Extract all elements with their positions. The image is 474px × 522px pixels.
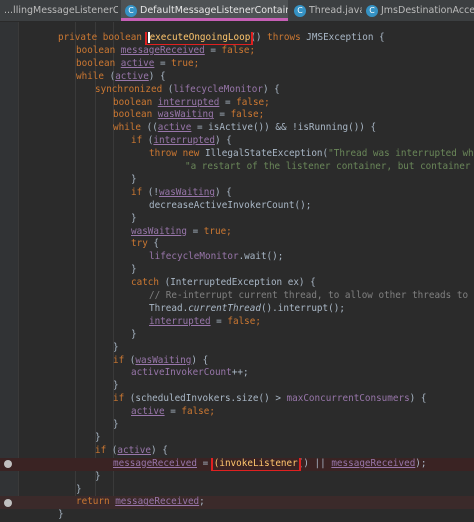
- tab-label: ...llingMessageListenerContainer.java: [4, 5, 118, 16]
- tab-default-listener-container[interactable]: CDefaultMessageListenerContainer.java×: [121, 0, 288, 21]
- code-line[interactable]: // Re-interrupt current thread, to allow…: [0, 290, 474, 303]
- code-line[interactable]: }: [0, 432, 474, 445]
- code-line[interactable]: }: [0, 213, 474, 226]
- code-line[interactable]: if (active) {: [0, 445, 474, 458]
- code-line[interactable]: "a restart of the listener container, bu…: [0, 161, 474, 174]
- tab-label: DefaultMessageListenerContainer.java: [140, 5, 288, 16]
- code-line[interactable]: if (wasWaiting) {: [0, 355, 474, 368]
- code-line[interactable]: if (interrupted) {: [0, 135, 474, 148]
- code-line[interactable]: activeInvokerCount++;: [0, 367, 474, 380]
- breakpoint-icon[interactable]: [4, 460, 12, 469]
- code-line[interactable]: synchronized (lifecycleMonitor) {: [0, 84, 474, 97]
- code-line[interactable]: }: [0, 329, 474, 342]
- code-line[interactable]: boolean messageReceived = false;: [0, 45, 474, 58]
- code-line[interactable]: return messageReceived;: [0, 496, 474, 510]
- tab-label: Thread.java: [309, 5, 362, 16]
- code-line[interactable]: boolean active = true;: [0, 58, 474, 71]
- code-line[interactable]: boolean interrupted = false;: [0, 97, 474, 110]
- code-line[interactable]: wasWaiting = true;: [0, 226, 474, 239]
- code-line[interactable]: }: [0, 264, 474, 277]
- code-line[interactable]: }: [0, 419, 474, 432]
- code-line[interactable]: try {: [0, 238, 474, 251]
- code-line[interactable]: Thread.currentThread().interrupt();: [0, 303, 474, 316]
- invoke-listener-highlight[interactable]: (invokeListener: [210, 457, 301, 471]
- code-line[interactable]: decreaseActiveInvokerCount();: [0, 200, 474, 213]
- code-line[interactable]: interrupted = false;: [0, 316, 474, 329]
- code-line[interactable]: if (!wasWaiting) {: [0, 187, 474, 200]
- code-line[interactable]: while (active) {: [0, 71, 474, 84]
- code-line[interactable]: active = false;: [0, 406, 474, 419]
- code-line[interactable]: }: [0, 471, 474, 484]
- tab-thread[interactable]: CThread.java×: [290, 0, 362, 21]
- code-line[interactable]: if (scheduledInvokers.size() > maxConcur…: [0, 393, 474, 406]
- class-icon: C: [294, 4, 306, 17]
- code-line[interactable]: }: [0, 342, 474, 355]
- editor-tab-bar: ...llingMessageListenerContainer.java × …: [0, 0, 474, 22]
- code-line[interactable]: while ((active = isActive()) && !isRunni…: [0, 122, 474, 135]
- method-name-highlight[interactable]: executeOngoingLoop: [144, 32, 254, 45]
- code-line[interactable]: }: [0, 380, 474, 393]
- code-editor[interactable]: private boolean executeOngoingLoop() thr…: [0, 22, 474, 520]
- code-line[interactable]: }: [0, 174, 474, 187]
- tab-polling-listener-container[interactable]: ...llingMessageListenerContainer.java ×: [0, 0, 118, 21]
- code-line[interactable]: messageReceived = (invokeListener() || m…: [0, 457, 474, 471]
- code-line[interactable]: catch (InterruptedException ex) {: [0, 277, 474, 290]
- code-line[interactable]: }: [0, 509, 474, 522]
- code-line[interactable]: throw new IllegalStateException("Thread …: [0, 148, 474, 161]
- code-line[interactable]: boolean wasWaiting = false;: [0, 109, 474, 122]
- code-line[interactable]: lifecycleMonitor.wait();: [0, 251, 474, 264]
- tab-destination-accessor[interactable]: CJmsDestinationAccessor.java: [362, 0, 474, 21]
- class-icon: C: [125, 4, 137, 17]
- code-line[interactable]: private boolean executeOngoingLoop() thr…: [0, 32, 474, 45]
- tab-label: JmsDestinationAccessor.java: [381, 5, 474, 16]
- code-line[interactable]: }: [0, 484, 474, 497]
- class-icon: C: [366, 4, 378, 17]
